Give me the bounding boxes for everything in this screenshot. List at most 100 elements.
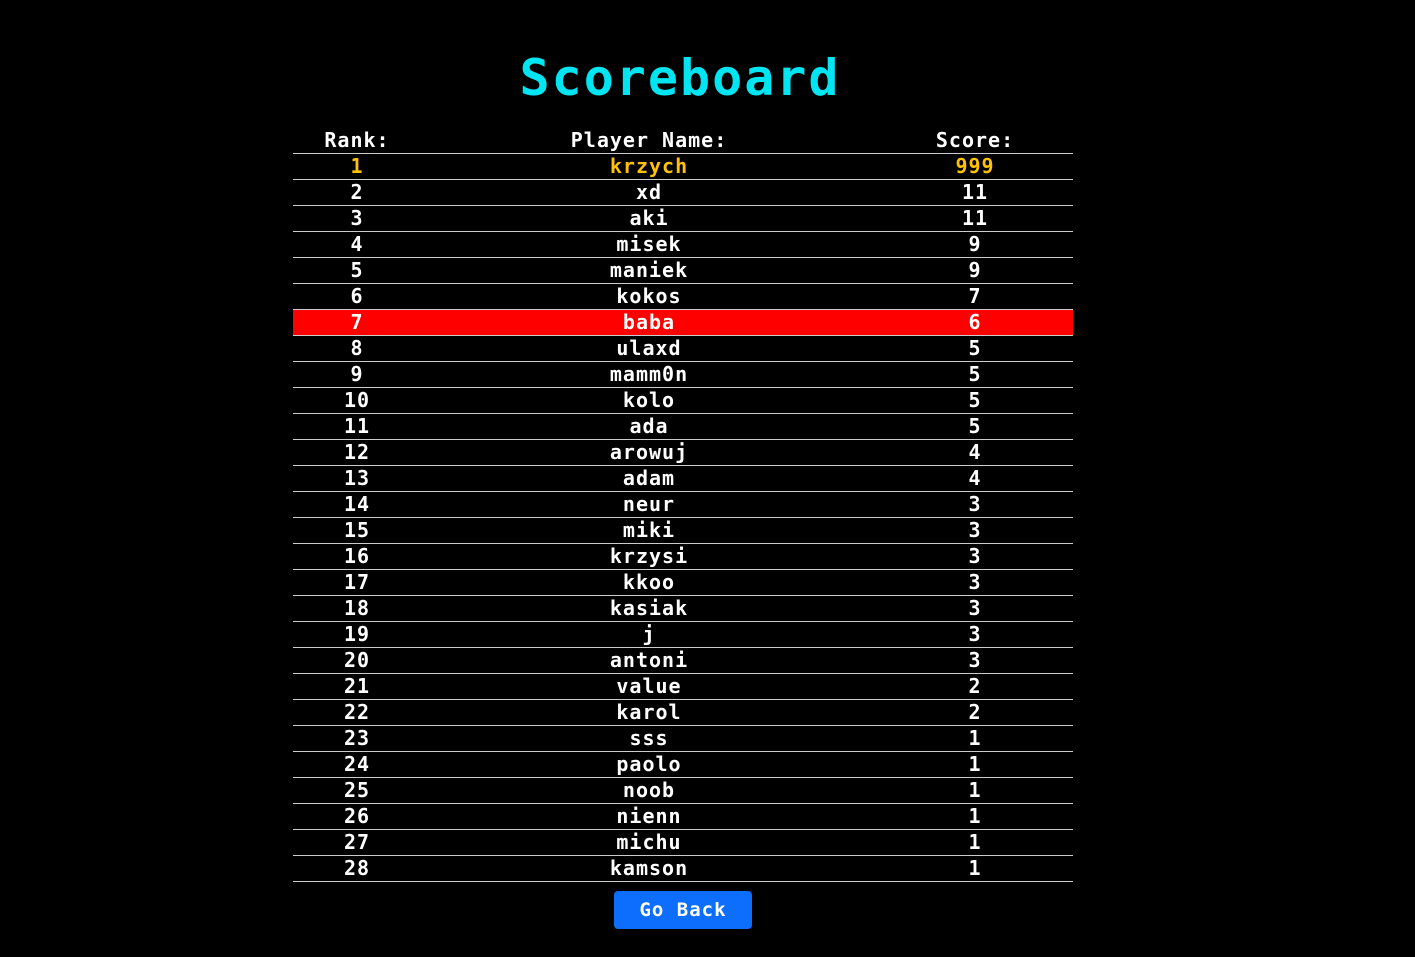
player-name-cell: aki xyxy=(629,206,669,230)
rank-cell: 4 xyxy=(350,232,364,256)
table-row: 8 ulaxd 5 xyxy=(293,336,1073,362)
player-name-cell: kamson xyxy=(609,856,689,880)
table-row: 26 nienn 1 xyxy=(293,804,1073,830)
player-name-cell: karol xyxy=(616,700,682,724)
table-row: 10 kolo 5 xyxy=(293,388,1073,414)
score-cell: 3 xyxy=(968,648,982,672)
player-name-cell: krzysi xyxy=(609,544,689,568)
score-header: Score: xyxy=(935,128,1015,152)
score-cell: 7 xyxy=(968,284,982,308)
score-cell: 3 xyxy=(968,570,982,594)
rank-cell: 17 xyxy=(343,570,371,594)
go-back-button[interactable]: Go Back xyxy=(614,891,752,929)
score-cell: 4 xyxy=(968,466,982,490)
player-name-cell: kasiak xyxy=(609,596,689,620)
player-name-cell: maniek xyxy=(609,258,689,282)
player-name-cell: baba xyxy=(622,310,676,334)
table-header: Rank: Player Name: Score: xyxy=(293,127,1073,154)
rank-cell: 27 xyxy=(343,830,371,854)
player-name-cell: kkoo xyxy=(622,570,676,594)
rank-cell: 15 xyxy=(343,518,371,542)
rank-cell: 23 xyxy=(343,726,371,750)
table-row: 24 paolo 1 xyxy=(293,752,1073,778)
rank-cell: 12 xyxy=(343,440,371,464)
score-cell: 3 xyxy=(968,596,982,620)
score-cell: 1 xyxy=(968,856,982,880)
table-row: 27 michu 1 xyxy=(293,830,1073,856)
score-cell: 3 xyxy=(968,518,982,542)
rank-cell: 10 xyxy=(343,388,371,412)
player-name-cell: krzych xyxy=(609,154,689,178)
score-cell: 1 xyxy=(968,726,982,750)
table-row: 22 karol 2 xyxy=(293,700,1073,726)
rank-cell: 20 xyxy=(343,648,371,672)
score-cell: 5 xyxy=(968,414,982,438)
rank-cell: 28 xyxy=(343,856,371,880)
table-row: 16 krzysi 3 xyxy=(293,544,1073,570)
player-name-cell: miki xyxy=(622,518,676,542)
table-row: 15 miki 3 xyxy=(293,518,1073,544)
table-row: 6 kokos 7 xyxy=(293,284,1073,310)
player-name-cell: sss xyxy=(629,726,669,750)
player-name-cell: paolo xyxy=(616,752,682,776)
rank-cell: 11 xyxy=(343,414,371,438)
rank-cell: 24 xyxy=(343,752,371,776)
score-cell: 1 xyxy=(968,804,982,828)
player-name-cell: michu xyxy=(616,830,682,854)
rank-cell: 13 xyxy=(343,466,371,490)
score-cell: 1 xyxy=(968,752,982,776)
rank-cell: 26 xyxy=(343,804,371,828)
table-body: 1 krzych 999 2 xd 11 3 aki 11 4 misek 9 5 maniek 9 6 kok… xyxy=(293,154,1073,882)
score-cell: 6 xyxy=(968,310,982,334)
player-name-cell: kolo xyxy=(622,388,676,412)
score-cell: 9 xyxy=(968,232,982,256)
table-row: 28 kamson 1 xyxy=(293,856,1073,882)
score-cell: 11 xyxy=(961,206,989,230)
table-row: 25 noob 1 xyxy=(293,778,1073,804)
table-row: 2 xd 11 xyxy=(293,180,1073,206)
table-row: 4 misek 9 xyxy=(293,232,1073,258)
player-name-cell: ada xyxy=(629,414,669,438)
rank-cell: 18 xyxy=(343,596,371,620)
player-name-cell: antoni xyxy=(609,648,689,672)
score-cell: 5 xyxy=(968,388,982,412)
score-cell: 3 xyxy=(968,492,982,516)
table-row: 1 krzych 999 xyxy=(293,154,1073,180)
player-name-cell: noob xyxy=(622,778,676,802)
table-row: 3 aki 11 xyxy=(293,206,1073,232)
score-cell: 5 xyxy=(968,362,982,386)
rank-cell: 21 xyxy=(343,674,371,698)
score-cell: 1 xyxy=(968,830,982,854)
rank-header: Rank: xyxy=(324,128,390,152)
table-row: 5 maniek 9 xyxy=(293,258,1073,284)
rank-cell: 14 xyxy=(343,492,371,516)
player-name-cell: neur xyxy=(622,492,676,516)
rank-cell: 22 xyxy=(343,700,371,724)
rank-cell: 9 xyxy=(350,362,364,386)
rank-cell: 6 xyxy=(350,284,364,308)
player-name-cell: kokos xyxy=(616,284,682,308)
player-name-cell: adam xyxy=(622,466,676,490)
rank-cell: 2 xyxy=(350,180,364,204)
player-name-cell: misek xyxy=(616,232,682,256)
table-row: 11 ada 5 xyxy=(293,414,1073,440)
score-cell: 3 xyxy=(968,622,982,646)
player-name-cell: xd xyxy=(635,180,663,204)
table-row: 17 kkoo 3 xyxy=(293,570,1073,596)
rank-cell: 1 xyxy=(350,154,364,178)
score-cell: 2 xyxy=(968,674,982,698)
table-row: 13 adam 4 xyxy=(293,466,1073,492)
table-row: 14 neur 3 xyxy=(293,492,1073,518)
rank-cell: 7 xyxy=(350,310,364,334)
table-row: 7 baba 6 xyxy=(293,310,1073,336)
player-name-cell: value xyxy=(616,674,682,698)
player-name-cell: mamm0n xyxy=(609,362,689,386)
rank-cell: 5 xyxy=(350,258,364,282)
score-cell: 5 xyxy=(968,336,982,360)
score-cell: 3 xyxy=(968,544,982,568)
table-row: 20 antoni 3 xyxy=(293,648,1073,674)
rank-cell: 3 xyxy=(350,206,364,230)
table-row: 18 kasiak 3 xyxy=(293,596,1073,622)
table-row: 23 sss 1 xyxy=(293,726,1073,752)
score-cell: 11 xyxy=(961,180,989,204)
